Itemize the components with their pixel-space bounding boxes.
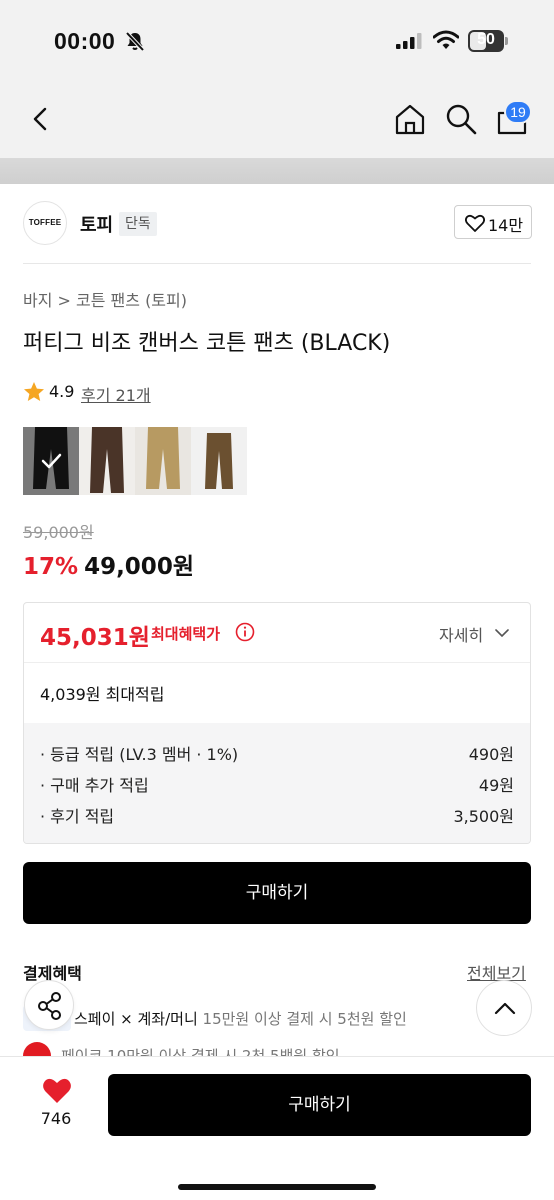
heart-filled-icon[interactable] bbox=[42, 1077, 72, 1104]
pants-image-khaki bbox=[146, 427, 180, 489]
share-icon bbox=[38, 992, 61, 1020]
status-time: 00:00 bbox=[54, 28, 116, 54]
back-arrow-icon[interactable] bbox=[26, 104, 56, 134]
detail-toggle[interactable]: 자세히 bbox=[439, 622, 483, 646]
scroll-top-button[interactable] bbox=[476, 980, 532, 1036]
points-item-amount: 49원 bbox=[478, 776, 514, 795]
sale-price-row: 17% 49,000원 bbox=[23, 547, 194, 581]
payment-benefit-desc: 15만원 이상 결제 시 5천원 할인 bbox=[202, 1010, 407, 1028]
discount-rate: 17% bbox=[23, 554, 79, 580]
bell-muted-icon bbox=[125, 31, 145, 52]
original-price: 59,000원 bbox=[23, 523, 94, 542]
check-icon bbox=[41, 453, 62, 469]
payment-benefit-method: 스페이 × 계좌/머니 bbox=[74, 1010, 198, 1028]
points-item-review: · 후기 적립 3,500원 bbox=[40, 803, 514, 826]
wifi-icon bbox=[433, 30, 459, 49]
cart-count-badge: 19 bbox=[504, 100, 532, 124]
star-icon bbox=[24, 382, 44, 401]
max-points: 4,039원 최대적립 bbox=[40, 685, 165, 704]
signal-icon bbox=[396, 33, 422, 49]
search-icon[interactable] bbox=[444, 102, 478, 136]
share-button[interactable] bbox=[24, 980, 74, 1030]
brand-like-count: 14만 bbox=[488, 216, 524, 235]
home-icon[interactable] bbox=[393, 102, 427, 136]
brand-exclusive-tag: 단독 bbox=[119, 212, 157, 236]
points-item-label: · 후기 적립 bbox=[40, 807, 115, 826]
brand-name[interactable]: 토피 bbox=[80, 211, 113, 237]
divider bbox=[23, 263, 531, 264]
like-count: 746 bbox=[40, 1109, 72, 1128]
thumbnail-brown[interactable] bbox=[79, 427, 135, 495]
product-image-edge bbox=[0, 158, 554, 184]
best-benefit-price: 45,031원 bbox=[40, 625, 150, 651]
bottom-action-bar: 746 구매하기 bbox=[0, 1056, 554, 1200]
points-item-grade: · 등급 적립 (LV.3 멤버 · 1%) 490원 bbox=[40, 741, 514, 764]
brand-logo[interactable]: TOFFEE bbox=[23, 201, 67, 245]
payment-benefit-row: 페이코 10만원 이상 결제 시 2천 5백원 할인 bbox=[23, 1042, 463, 1056]
breadcrumb[interactable]: 바지 > 코튼 팬츠 (토피) bbox=[23, 287, 187, 311]
battery-level: 50 bbox=[477, 31, 495, 48]
status-bar: 00:00 50 bbox=[0, 0, 554, 80]
heart-outline-icon bbox=[465, 214, 485, 232]
brand-row: TOFFEE 토피 단독 14만 bbox=[0, 184, 554, 264]
bottom-buy-button[interactable]: 구매하기 bbox=[108, 1074, 531, 1136]
points-item-amount: 490원 bbox=[468, 745, 514, 764]
benefit-box: 45,031원 최대혜택가 자세히 4,039원 최대적립 · 등급 적립 (L… bbox=[23, 602, 531, 844]
points-item-amount: 3,500원 bbox=[453, 807, 514, 826]
points-breakdown: · 등급 적립 (LV.3 멤버 · 1%) 490원 · 구매 추가 적립 4… bbox=[24, 723, 530, 843]
best-price-row[interactable]: 45,031원 최대혜택가 자세히 bbox=[24, 603, 530, 663]
brand-like-button[interactable]: 14만 bbox=[454, 205, 532, 239]
rating-score: 4.9 bbox=[49, 382, 75, 401]
payment-benefit-desc: 페이코 10만원 이상 결제 시 2천 5백원 할인 bbox=[61, 1047, 340, 1056]
thumbnail-black[interactable] bbox=[23, 427, 79, 495]
pants-image-brown bbox=[90, 427, 124, 493]
review-count-link[interactable]: 후기 21개 bbox=[81, 382, 151, 406]
buy-button[interactable]: 구매하기 bbox=[23, 862, 531, 924]
chevron-down-icon[interactable] bbox=[494, 627, 510, 639]
payco-logo bbox=[23, 1042, 51, 1056]
thumbnail-olive[interactable] bbox=[191, 427, 247, 495]
points-item-purchase: · 구매 추가 적립 49원 bbox=[40, 772, 514, 795]
home-indicator bbox=[178, 1184, 376, 1190]
nav-bar bbox=[0, 80, 554, 158]
sale-price: 49,000원 bbox=[84, 554, 194, 580]
payment-benefit-row: 스페이 × 계좌/머니 15만원 이상 결제 시 5천원 할인 bbox=[23, 1005, 463, 1031]
product-title: 퍼티그 비조 캔버스 코튼 팬츠 (BLACK) bbox=[23, 331, 391, 356]
pants-image-olive bbox=[205, 433, 233, 489]
battery-icon: 50 bbox=[468, 30, 508, 52]
points-item-label: · 등급 적립 (LV.3 멤버 · 1%) bbox=[40, 745, 239, 764]
thumbnail-khaki[interactable] bbox=[135, 427, 191, 495]
info-icon[interactable] bbox=[235, 622, 255, 642]
best-benefit-label: 최대혜택가 bbox=[151, 625, 221, 643]
points-item-label: · 구매 추가 적립 bbox=[40, 776, 149, 795]
chevron-up-icon bbox=[494, 1002, 516, 1015]
